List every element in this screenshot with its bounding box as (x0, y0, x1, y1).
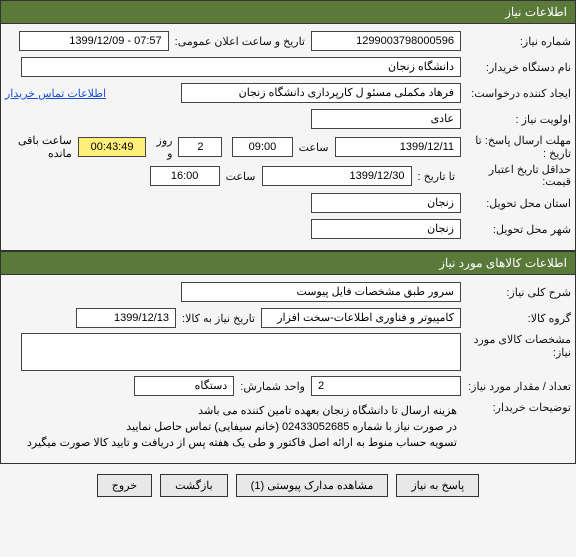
field-validity-time: 16:00 (150, 166, 220, 186)
label-desc: شرح کلی نیاز: (461, 286, 571, 299)
field-group: کامپیوتر و فناوری اطلاعات-سخت افزار (261, 308, 461, 328)
label-unit: واحد شمارش: (234, 380, 311, 393)
label-notes: توضیحات خریدار: (461, 401, 571, 414)
view-attachments-button[interactable]: مشاهده مدارک پیوستی (1) (236, 474, 389, 497)
notes-line: تسویه حساب منوط به ارائه اصل فاکتور و طی… (25, 435, 457, 451)
label-need-no: شماره نیاز: (461, 35, 571, 48)
label-remaining: ساعت باقی مانده (5, 134, 78, 160)
link-buyer-contact[interactable]: اطلاعات تماس خریدار (5, 87, 114, 100)
field-requester: فرهاد مکملی مسئو ل کارپردازی دانشگاه زنج… (181, 83, 461, 103)
field-desc: سرور طبق مشخصات فایل پیوست (181, 282, 461, 302)
section-title-goods: اطلاعات کالاهای مورد نیاز (439, 256, 567, 270)
button-bar: پاسخ به نیاز مشاهده مدارک پیوستی (1) باز… (0, 464, 576, 507)
label-province: استان محل تحویل: (461, 197, 571, 210)
section-title: اطلاعات نیاز (505, 5, 567, 19)
field-qty: 2 (311, 376, 461, 396)
field-remaining-time: 00:43:49 (78, 137, 147, 157)
section-body-goods: شرح کلی نیاز: سرور طبق مشخصات فایل پیوست… (0, 275, 576, 464)
label-priority: اولویت نیاز : (461, 113, 571, 126)
label-requester: ایجاد کننده درخواست: (461, 87, 571, 100)
label-group: گروه کالا: (461, 312, 571, 325)
section-header-need-info: اطلاعات نیاز (0, 0, 576, 24)
label-deadline: مهلت ارسال پاسخ: تا تاریخ : (461, 134, 571, 160)
label-qty: تعداد / مقدار مورد نیاز: (461, 380, 571, 393)
field-unit: دستگاه (134, 376, 234, 396)
field-buyer: دانشگاه زنجان (21, 57, 461, 77)
field-deadline-days: 2 (178, 137, 222, 157)
field-deadline-date: 1399/12/11 (335, 137, 461, 157)
label-city: شهر محل تحویل: (461, 223, 571, 236)
field-spec (21, 333, 461, 371)
field-announce: 07:57 - 1399/12/09 (19, 31, 169, 51)
label-validity: حداقل تاریخ اعتبار قیمت: (461, 164, 571, 188)
field-province: زنجان (311, 193, 461, 213)
field-need-date: 1399/12/13 (76, 308, 176, 328)
label-validity-time: ساعت (220, 170, 262, 183)
field-validity-date: 1399/12/30 (262, 166, 412, 186)
label-deadline-time: ساعت (293, 141, 335, 154)
field-city: زنجان (311, 219, 461, 239)
exit-button[interactable]: خروج (97, 474, 152, 497)
label-days: روز و (146, 134, 178, 160)
field-notes: هزینه ارسال تا دانشگاه زنجان بعهده تامین… (21, 401, 461, 453)
section-header-goods: اطلاعات کالاهای مورد نیاز (0, 251, 576, 275)
notes-line: هزینه ارسال تا دانشگاه زنجان بعهده تامین… (25, 403, 457, 419)
field-deadline-time: 09:00 (232, 137, 292, 157)
notes-line: در صورت نیاز با شماره 02433052685 (خانم … (25, 419, 457, 435)
back-button[interactable]: بازگشت (160, 474, 228, 497)
field-need-no: 1299003798000596 (311, 31, 461, 51)
label-spec: مشخصات کالای مورد نیاز: (461, 333, 571, 359)
label-buyer: نام دستگاه خریدار: (461, 61, 571, 74)
reply-button[interactable]: پاسخ به نیاز (396, 474, 479, 497)
field-priority: عادی (311, 109, 461, 129)
section-body-need-info: شماره نیاز: 1299003798000596 تاریخ و ساع… (0, 24, 576, 251)
label-announce: تاریخ و ساعت اعلان عمومی: (169, 35, 311, 48)
label-validity-to: تا تاریخ : (412, 170, 461, 183)
label-need-date: تاریخ نیاز به کالا: (176, 312, 261, 325)
